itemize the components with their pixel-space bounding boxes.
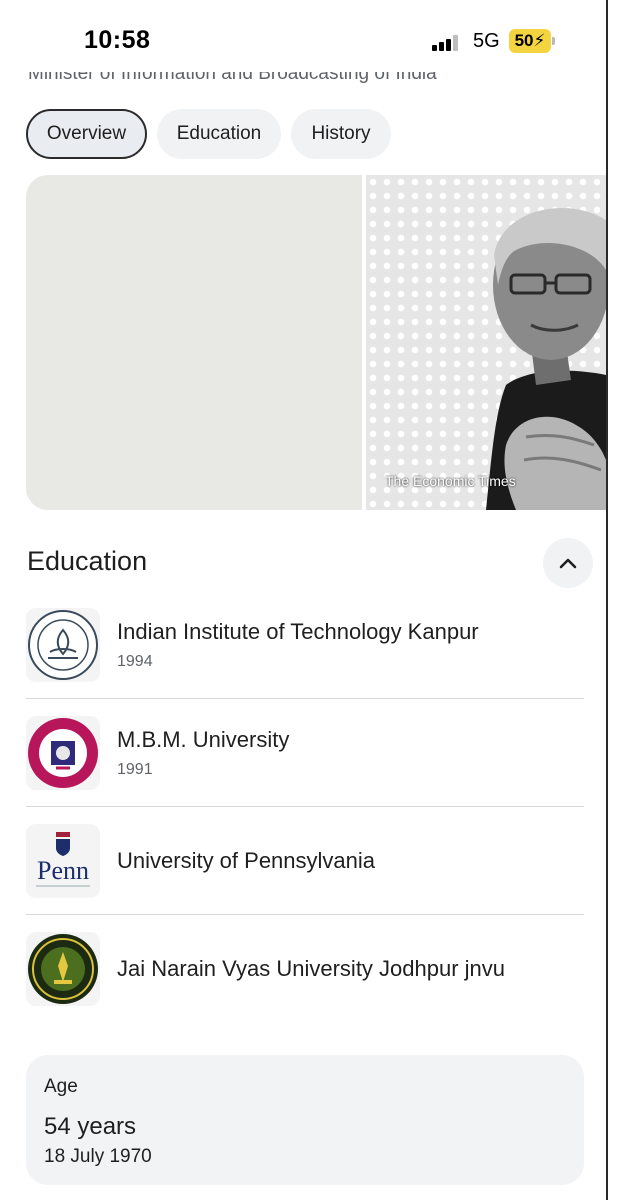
education-item-year: 1994 — [117, 653, 153, 670]
person-photo[interactable] — [366, 175, 606, 510]
charging-bolt-icon: ⚡ — [533, 31, 546, 50]
jnvu-logo — [26, 932, 100, 1006]
mbm-university-logo — [26, 716, 100, 790]
education-item-year: 1991 — [117, 761, 153, 778]
education-section-title: Education — [27, 546, 148, 576]
battery-indicator: 50⚡ — [509, 29, 551, 53]
status-bar: 10:58 5G 50⚡ — [0, 0, 621, 80]
tab-education[interactable]: Education — [157, 109, 281, 159]
tab-history[interactable]: History — [291, 109, 391, 159]
image-placeholder[interactable] — [26, 175, 362, 510]
subtitle-clip: Minister of Information and Broadcasting… — [0, 72, 621, 89]
education-item-jnvu[interactable]: Jai Narain Vyas University Jodhpur jnvu — [26, 915, 584, 1023]
age-card[interactable]: Age 54 years 18 July 1970 — [26, 1055, 584, 1185]
iit-kanpur-logo — [26, 608, 100, 682]
collapse-education-button[interactable] — [543, 538, 593, 588]
age-value: 54 years — [44, 1113, 137, 1140]
screen-edge — [606, 0, 621, 1200]
network-type: 5G — [473, 30, 500, 52]
penn-logo-text: Penn — [37, 856, 89, 885]
education-item-name: Indian Institute of Technology Kanpur — [117, 619, 479, 644]
education-item-mbm-university[interactable]: M.B.M. University 1991 — [26, 699, 584, 807]
status-time: 10:58 — [84, 26, 151, 54]
battery-tip — [552, 37, 555, 45]
birth-date: 18 July 1970 — [44, 1146, 152, 1167]
penn-logo: Penn — [26, 824, 100, 898]
education-item-university-of-pennsylvania[interactable]: Penn University of Pennsylvania — [26, 807, 584, 915]
education-item-name: University of Pennsylvania — [117, 848, 376, 873]
photo-source-caption: The Economic Times — [385, 473, 516, 489]
education-item-name: Jai Narain Vyas University Jodhpur jnvu — [117, 956, 506, 981]
battery-level: 50 — [514, 31, 534, 50]
page-subtitle: Minister of Information and Broadcasting… — [28, 72, 437, 84]
education-item-iit-kanpur[interactable]: Indian Institute of Technology Kanpur 19… — [26, 591, 584, 699]
tab-overview[interactable]: Overview — [26, 109, 147, 159]
chevron-up-icon — [559, 558, 577, 569]
age-label: Age — [44, 1076, 78, 1097]
cellular-signal-icon — [432, 35, 462, 51]
person-portrait-icon — [486, 207, 606, 510]
education-item-name: M.B.M. University — [117, 727, 290, 752]
